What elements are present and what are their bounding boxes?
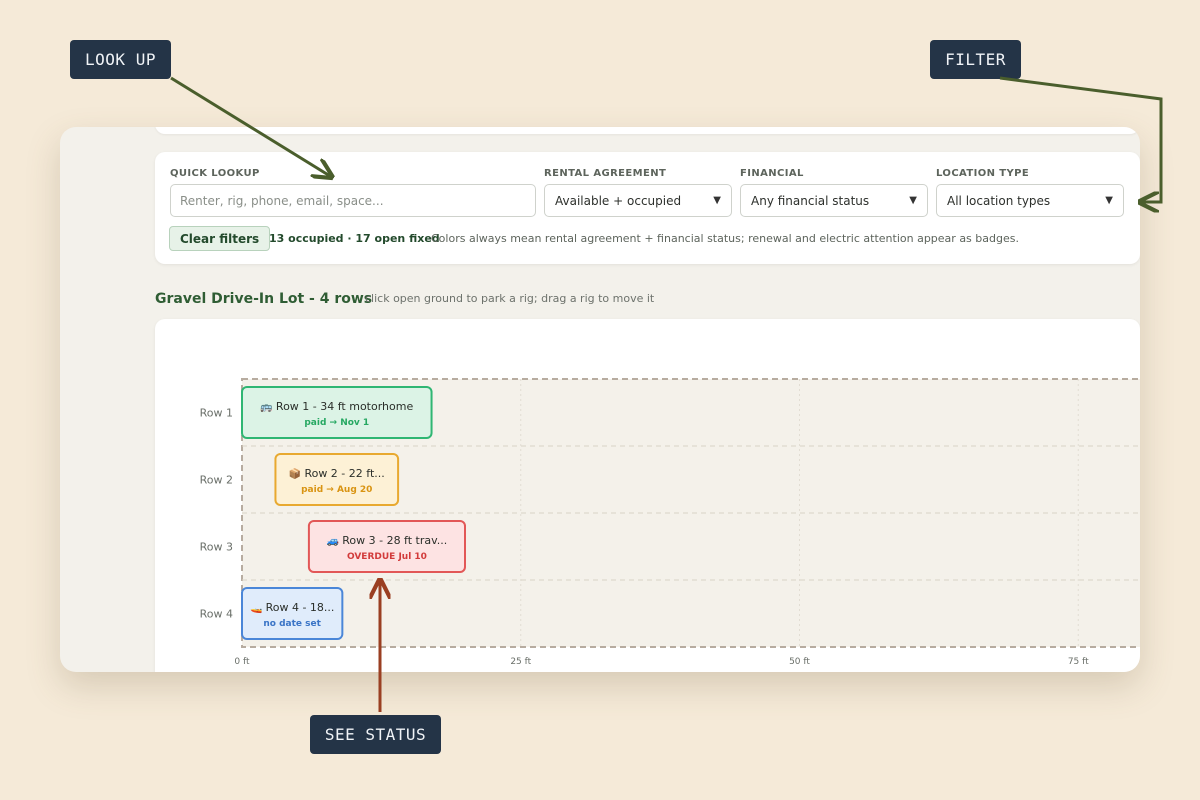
- chevron-down-icon: ▼: [909, 195, 917, 206]
- look-up-callout: LOOK UP: [70, 40, 171, 79]
- row-label: Row 4: [200, 608, 233, 621]
- rental-agreement-value: Available + occupied: [555, 193, 682, 208]
- lot-map[interactable]: Row 1Row 2Row 3Row 40 ft25 ft50 ft75 ft1…: [155, 319, 1140, 672]
- lot-map-card: Row 1Row 2Row 3Row 40 ft25 ft50 ft75 ft1…: [155, 319, 1140, 672]
- app-window: QUICK LOOKUP RENTAL AGREEMENT Available …: [60, 127, 1140, 672]
- chevron-down-icon: ▼: [713, 195, 721, 206]
- rig-block[interactable]: 📦 Row 2 - 22 ft... paid → Aug 20: [274, 453, 400, 506]
- location-type-select[interactable]: All location types ▼: [936, 184, 1124, 217]
- top-panel: [155, 127, 1140, 134]
- rig-label: 🚤 Row 4 - 18...: [250, 601, 334, 614]
- rig-status: no date set: [263, 619, 321, 629]
- rig-block[interactable]: 🚙 Row 3 - 28 ft trav... OVERDUE Jul 10: [307, 520, 466, 573]
- clear-filters-button[interactable]: Clear filters: [169, 226, 271, 251]
- box-icon: 📦: [289, 467, 305, 480]
- quick-lookup-input[interactable]: [170, 184, 536, 217]
- chevron-down-icon: ▼: [1105, 195, 1113, 206]
- rig-status: paid → Nov 1: [304, 418, 369, 428]
- lot-title: Gravel Drive-In Lot - 4 rows: [155, 291, 373, 307]
- row-label: Row 3: [200, 541, 233, 554]
- row-label: Row 2: [200, 474, 233, 487]
- motorhome-icon: 🚌: [260, 402, 276, 413]
- axis-tick-label: 75 ft: [1068, 657, 1089, 667]
- financial-value: Any financial status: [751, 193, 870, 208]
- row-label: Row 1: [200, 407, 233, 420]
- filter-panel: QUICK LOOKUP RENTAL AGREEMENT Available …: [155, 152, 1140, 264]
- trailer-icon: 🚙: [327, 536, 343, 547]
- lot-hint: click open ground to park a rig; drag a …: [365, 292, 655, 305]
- rig-label: 🚌 Row 1 - 34 ft motorhome: [260, 400, 413, 413]
- financial-select[interactable]: Any financial status ▼: [740, 184, 928, 217]
- location-type-label: LOCATION TYPE: [936, 168, 1030, 179]
- occupancy-counts: 13 occupied · 17 open fixed: [269, 232, 440, 245]
- filter-callout: FILTER: [930, 40, 1021, 79]
- rental-agreement-select[interactable]: Available + occupied ▼: [544, 184, 732, 217]
- financial-label: FINANCIAL: [740, 168, 804, 179]
- quick-lookup-label: QUICK LOOKUP: [170, 168, 260, 179]
- rig-label-text: Row 3 - 28 ft trav...: [342, 534, 447, 547]
- rig-label: 🚙 Row 3 - 28 ft trav...: [327, 534, 448, 547]
- rig-block[interactable]: 🚌 Row 1 - 34 ft motorhome paid → Nov 1: [241, 386, 433, 439]
- rig-label-text: Row 1 - 34 ft motorhome: [276, 400, 414, 413]
- axis-tick-label: 50 ft: [789, 657, 810, 667]
- rig-status: paid → Aug 20: [301, 485, 372, 495]
- boat-icon: 🚤: [250, 603, 266, 614]
- rig-label-text: Row 4 - 18...: [266, 601, 335, 614]
- rental-agreement-label: RENTAL AGREEMENT: [544, 168, 667, 179]
- rig-status: OVERDUE Jul 10: [347, 552, 427, 562]
- rig-label: 📦 Row 2 - 22 ft...: [289, 467, 385, 480]
- axis-tick-label: 25 ft: [510, 657, 531, 667]
- rig-label-text: Row 2 - 22 ft...: [304, 467, 384, 480]
- see-status-callout: SEE STATUS: [310, 715, 441, 754]
- rig-block[interactable]: 🚤 Row 4 - 18... no date set: [241, 587, 344, 640]
- color-legend-note: Colors always mean rental agreement + fi…: [431, 232, 1019, 245]
- axis-tick-label: 0 ft: [234, 657, 250, 667]
- location-type-value: All location types: [947, 193, 1051, 208]
